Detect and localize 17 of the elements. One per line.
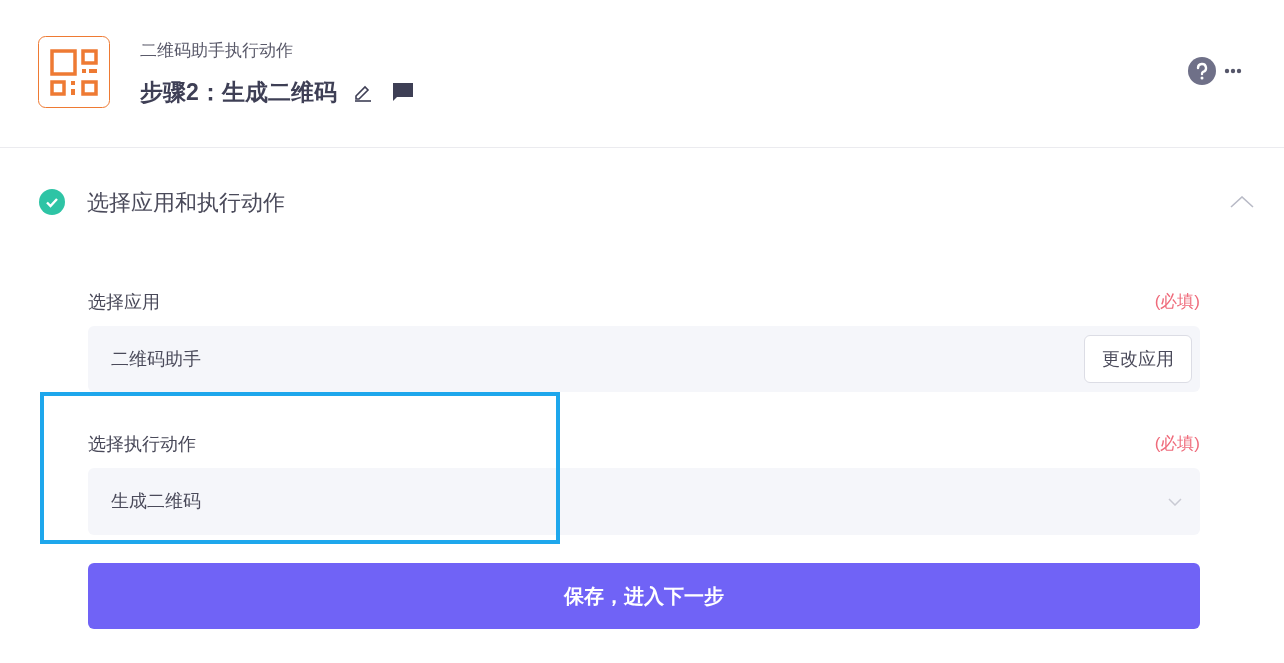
step-title: 步骤2：生成二维码: [140, 77, 337, 107]
chevron-down-icon: [1168, 497, 1182, 506]
help-icon[interactable]: [1188, 56, 1216, 85]
field-value: 二维码助手: [111, 347, 201, 371]
more-icon[interactable]: [1224, 67, 1242, 74]
app-field[interactable]: 二维码助手 更改应用: [88, 326, 1200, 392]
action-select[interactable]: 生成二维码: [88, 468, 1200, 535]
required-note: (必填): [1154, 291, 1200, 314]
save-next-button[interactable]: 保存，进入下一步: [88, 563, 1200, 629]
field-label: 选择应用: [88, 290, 160, 314]
qr-code-icon: [38, 35, 110, 108]
change-app-button[interactable]: 更改应用: [1084, 335, 1192, 383]
step-subtitle: 二维码助手执行动作: [140, 39, 294, 62]
comment-icon[interactable]: [390, 80, 415, 103]
section-title: 选择应用和执行动作: [87, 188, 285, 217]
field-label: 选择执行动作: [88, 432, 196, 456]
required-note: (必填): [1154, 433, 1200, 456]
